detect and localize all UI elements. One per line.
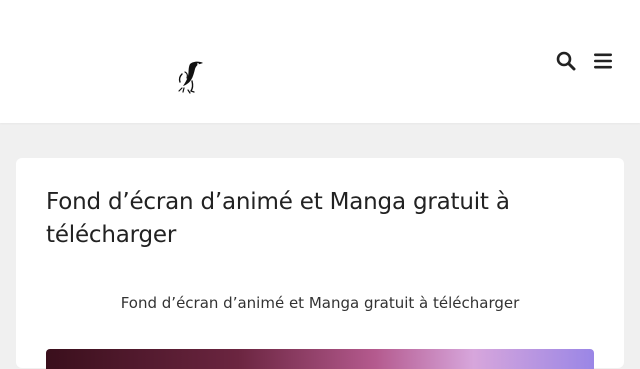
site-header [0, 0, 640, 123]
search-button[interactable] [555, 50, 577, 72]
hamburger-menu-icon [594, 53, 612, 69]
menu-button[interactable] [592, 50, 614, 72]
penguin-logo-icon [178, 61, 203, 94]
featured-image[interactable] [46, 349, 594, 369]
search-icon [556, 51, 576, 71]
article-subtitle: Fond d’écran d’animé et Manga gratuit à … [120, 294, 520, 312]
article-card: Fond d’écran d’animé et Manga gratuit à … [16, 158, 624, 369]
site-logo[interactable] [176, 60, 208, 94]
page-title: Fond d’écran d’animé et Manga gratuit à … [46, 189, 510, 248]
